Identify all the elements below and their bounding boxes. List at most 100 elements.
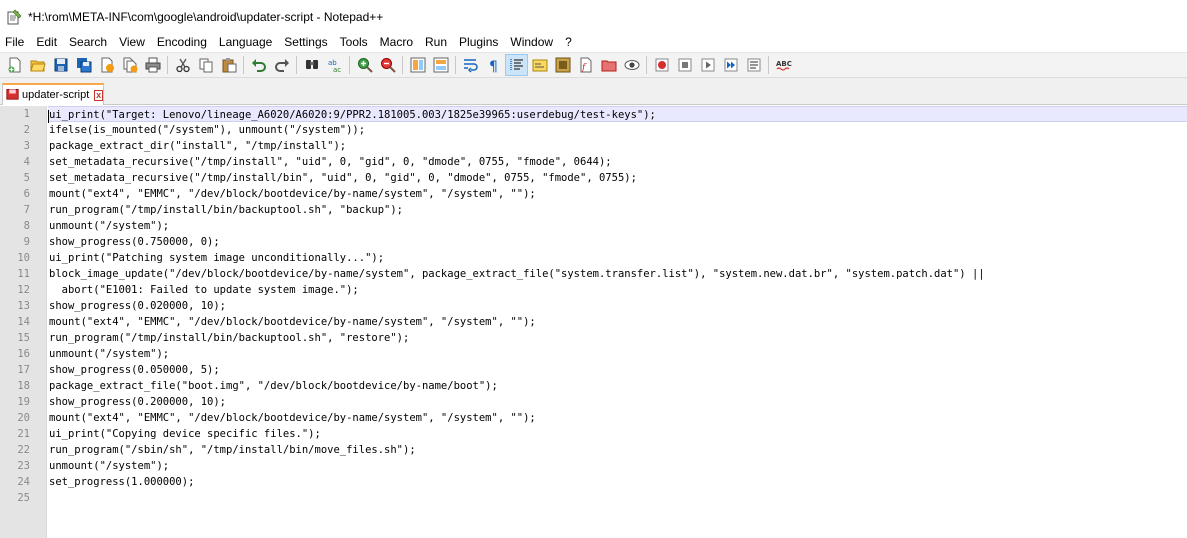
menu-tools[interactable]: Tools bbox=[334, 33, 374, 52]
code-line[interactable]: mount("ext4", "EMMC", "/dev/block/bootde… bbox=[48, 410, 1187, 426]
print-icon[interactable] bbox=[141, 54, 164, 76]
paste-icon[interactable] bbox=[217, 54, 240, 76]
menu-search[interactable]: Search bbox=[63, 33, 113, 52]
copy-icon[interactable] bbox=[194, 54, 217, 76]
menu-window[interactable]: Window bbox=[504, 33, 559, 52]
cut-icon[interactable] bbox=[171, 54, 194, 76]
save-icon[interactable] bbox=[49, 54, 72, 76]
menu-language[interactable]: Language bbox=[213, 33, 278, 52]
text-caret bbox=[48, 110, 49, 123]
record-macro-icon[interactable] bbox=[650, 54, 673, 76]
line-number: 1 bbox=[23, 108, 30, 120]
folder-workspace-icon[interactable] bbox=[597, 54, 620, 76]
code-line[interactable]: ui_print("Patching system image uncondit… bbox=[48, 250, 1187, 266]
toolbar-separator bbox=[768, 56, 769, 74]
svg-text:¶: ¶ bbox=[489, 59, 498, 73]
zoom-in-icon[interactable] bbox=[353, 54, 376, 76]
undo-icon[interactable] bbox=[247, 54, 270, 76]
line-number: 20 bbox=[17, 412, 30, 424]
menu-encoding[interactable]: Encoding bbox=[151, 33, 213, 52]
code-line[interactable]: run_program("/tmp/install/bin/backuptool… bbox=[48, 330, 1187, 346]
spell-check-icon[interactable]: ABC bbox=[772, 54, 795, 76]
menu-edit[interactable]: Edit bbox=[30, 33, 63, 52]
toolbar-separator bbox=[455, 56, 456, 74]
code-line[interactable]: package_extract_file("boot.img", "/dev/b… bbox=[48, 378, 1187, 394]
code-line[interactable]: block_image_update("/dev/block/bootdevic… bbox=[48, 266, 1187, 282]
toolbar-separator bbox=[349, 56, 350, 74]
code-line[interactable]: unmount("/system"); bbox=[48, 218, 1187, 234]
toolbar: ab ac ¶ f ABC bbox=[0, 52, 1187, 78]
code-line[interactable]: unmount("/system"); bbox=[48, 458, 1187, 474]
show-all-chars-icon[interactable]: ¶ bbox=[482, 54, 505, 76]
window-title: *H:\rom\META-INF\com\google\android\upda… bbox=[28, 9, 384, 24]
code-line[interactable]: ui_print("Target: Lenovo/lineage_A6020/A… bbox=[48, 106, 1187, 122]
function-list-icon[interactable]: f bbox=[574, 54, 597, 76]
close-all-icon[interactable] bbox=[118, 54, 141, 76]
run-macro-multiple-icon[interactable] bbox=[719, 54, 742, 76]
code-line[interactable]: ui_print("Copying device specific files.… bbox=[48, 426, 1187, 442]
line-number: 24 bbox=[17, 476, 30, 488]
line-number: 12 bbox=[17, 284, 30, 296]
line-number: 25 bbox=[17, 492, 30, 504]
line-number: 13 bbox=[17, 300, 30, 312]
line-number: 16 bbox=[17, 348, 30, 360]
code-line[interactable]: show_progress(0.020000, 10); bbox=[48, 298, 1187, 314]
code-line[interactable]: show_progress(0.050000, 5); bbox=[48, 362, 1187, 378]
code-line[interactable]: mount("ext4", "EMMC", "/dev/block/bootde… bbox=[48, 186, 1187, 202]
menu-help[interactable]: ? bbox=[559, 33, 578, 52]
sync-vertical-icon[interactable] bbox=[406, 54, 429, 76]
code-line[interactable]: run_program("/tmp/install/bin/backuptool… bbox=[48, 202, 1187, 218]
code-line[interactable]: set_metadata_recursive("/tmp/install", "… bbox=[48, 154, 1187, 170]
menu-bar: File Edit Search View Encoding Language … bbox=[0, 33, 1187, 52]
code-line[interactable]: set_metadata_recursive("/tmp/install/bin… bbox=[48, 170, 1187, 186]
code-line[interactable]: unmount("/system"); bbox=[48, 346, 1187, 362]
menu-file[interactable]: File bbox=[0, 33, 30, 52]
doc-map-icon[interactable] bbox=[551, 54, 574, 76]
user-language-icon[interactable] bbox=[528, 54, 551, 76]
save-all-icon[interactable] bbox=[72, 54, 95, 76]
line-number: 10 bbox=[17, 252, 30, 264]
sync-horizontal-icon[interactable] bbox=[429, 54, 452, 76]
menu-view[interactable]: View bbox=[113, 33, 151, 52]
code-line[interactable] bbox=[48, 490, 1187, 506]
code-line[interactable]: show_progress(0.200000, 10); bbox=[48, 394, 1187, 410]
indent-guide-icon[interactable] bbox=[505, 54, 528, 76]
zoom-out-icon[interactable] bbox=[376, 54, 399, 76]
tab-close-icon[interactable]: x bbox=[94, 89, 103, 101]
toolbar-separator bbox=[296, 56, 297, 74]
tab-updater-script[interactable]: updater-script x bbox=[2, 83, 104, 105]
word-wrap-icon[interactable] bbox=[459, 54, 482, 76]
line-number: 23 bbox=[17, 460, 30, 472]
code-line[interactable]: ifelse(is_mounted("/system"), unmount("/… bbox=[48, 122, 1187, 138]
line-number: 8 bbox=[23, 220, 30, 232]
save-macro-icon[interactable] bbox=[742, 54, 765, 76]
monitoring-icon[interactable] bbox=[620, 54, 643, 76]
code-line[interactable]: package_extract_dir("install", "/tmp/ins… bbox=[48, 138, 1187, 154]
find-icon[interactable] bbox=[300, 54, 323, 76]
menu-run[interactable]: Run bbox=[419, 33, 453, 52]
play-macro-icon[interactable] bbox=[696, 54, 719, 76]
new-file-icon[interactable] bbox=[3, 54, 26, 76]
code-area[interactable]: ui_print("Target: Lenovo/lineage_A6020/A… bbox=[48, 106, 1187, 538]
code-line[interactable]: abort("E1001: Failed to update system im… bbox=[48, 282, 1187, 298]
tab-label: updater-script bbox=[22, 89, 90, 101]
code-line[interactable]: set_progress(1.000000); bbox=[48, 474, 1187, 490]
stop-macro-icon[interactable] bbox=[673, 54, 696, 76]
open-file-icon[interactable] bbox=[26, 54, 49, 76]
line-number: 4 bbox=[23, 156, 30, 168]
editor-area[interactable]: 1 2 3 4 5 6 7 8 9 10 11 12 13 14 15 16 17 18 19 20 21 22 23 24 2… bbox=[0, 106, 1187, 538]
toolbar-separator bbox=[243, 56, 244, 74]
replace-icon[interactable]: ab ac bbox=[323, 54, 346, 76]
close-icon[interactable] bbox=[95, 54, 118, 76]
line-number: 18 bbox=[17, 380, 30, 392]
menu-settings[interactable]: Settings bbox=[278, 33, 333, 52]
line-number: 21 bbox=[17, 428, 30, 440]
title-bar: *H:\rom\META-INF\com\google\android\upda… bbox=[0, 0, 1187, 33]
code-line[interactable]: show_progress(0.750000, 0); bbox=[48, 234, 1187, 250]
code-line[interactable]: mount("ext4", "EMMC", "/dev/block/bootde… bbox=[48, 314, 1187, 330]
line-number: 15 bbox=[17, 332, 30, 344]
menu-plugins[interactable]: Plugins bbox=[453, 33, 504, 52]
code-line[interactable]: run_program("/sbin/sh", "/tmp/install/bi… bbox=[48, 442, 1187, 458]
redo-icon[interactable] bbox=[270, 54, 293, 76]
menu-macro[interactable]: Macro bbox=[374, 33, 419, 52]
